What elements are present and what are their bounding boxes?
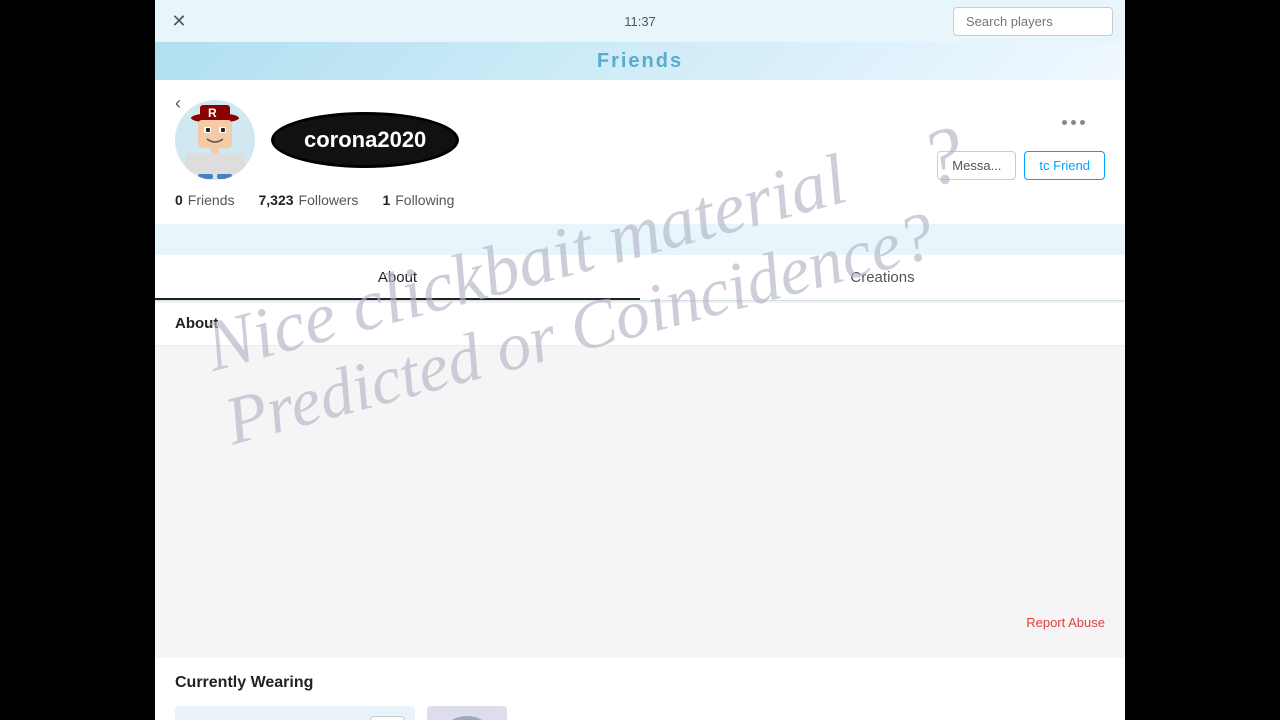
message-button[interactable]: Messa... (937, 151, 1016, 180)
wearing-section: Currently Wearing R (155, 658, 1125, 720)
friends-count: 0 (175, 192, 183, 208)
username-text: corona2020 (304, 127, 426, 152)
main-content: ✕ 11:37 ‹ Friends R (155, 0, 1125, 720)
tabs-bar: About Creations (155, 255, 1125, 301)
content-area: About Report Abuse Currently Wearing R (155, 303, 1125, 720)
friends-label: Friends (188, 192, 235, 208)
following-count: 1 (382, 192, 390, 208)
top-bar: ✕ 11:37 (155, 0, 1125, 42)
followers-label: Followers (299, 192, 359, 208)
tab-creations[interactable]: Creations (640, 255, 1125, 300)
about-section: About (155, 303, 1125, 346)
dot-2 (1071, 120, 1076, 125)
back-button[interactable]: ‹ (163, 84, 193, 122)
right-black-bar (1125, 0, 1280, 720)
character-card[interactable]: R (175, 706, 415, 720)
dot-1 (1062, 120, 1067, 125)
friends-title: Friends (597, 50, 683, 73)
followers-count: 7,323 (258, 192, 293, 208)
report-abuse-link[interactable]: Report Abuse (1026, 615, 1105, 630)
add-friend-button[interactable]: tc Friend (1024, 151, 1105, 180)
close-button[interactable]: ✕ (167, 9, 191, 33)
badge-3d: 3D (370, 716, 405, 720)
about-title: About (175, 315, 218, 332)
close-icon: ✕ (171, 11, 186, 32)
username-container: corona2020 (271, 112, 459, 168)
following-label: Following (395, 192, 454, 208)
time-display: 11:37 (624, 14, 656, 29)
dot-3 (1080, 120, 1085, 125)
stats-row: 0 Friends 7,323 Followers 1 Following (175, 192, 1105, 208)
hat-item-card[interactable]: R (427, 706, 507, 720)
character-3d: R (195, 716, 395, 720)
action-buttons: Messa... tc Friend (937, 151, 1105, 180)
svg-text:R: R (208, 106, 217, 120)
following-stat: 1 Following (382, 192, 454, 208)
tab-about[interactable]: About (155, 255, 640, 300)
username-oval: corona2020 (271, 112, 459, 168)
items-row: R (175, 706, 1105, 720)
friends-banner: ‹ Friends (155, 42, 1125, 80)
wearing-title: Currently Wearing (175, 674, 1105, 692)
friends-stat: 0 Friends (175, 192, 234, 208)
back-icon: ‹ (175, 93, 181, 114)
search-input[interactable] (953, 7, 1113, 36)
profile-section: R (155, 80, 1125, 224)
followers-stat: 7,323 Followers (258, 192, 358, 208)
left-black-bar (0, 0, 155, 720)
profile-header: R (175, 100, 1105, 180)
more-options-button[interactable] (1062, 120, 1085, 125)
hat-item-image: R (435, 714, 500, 720)
